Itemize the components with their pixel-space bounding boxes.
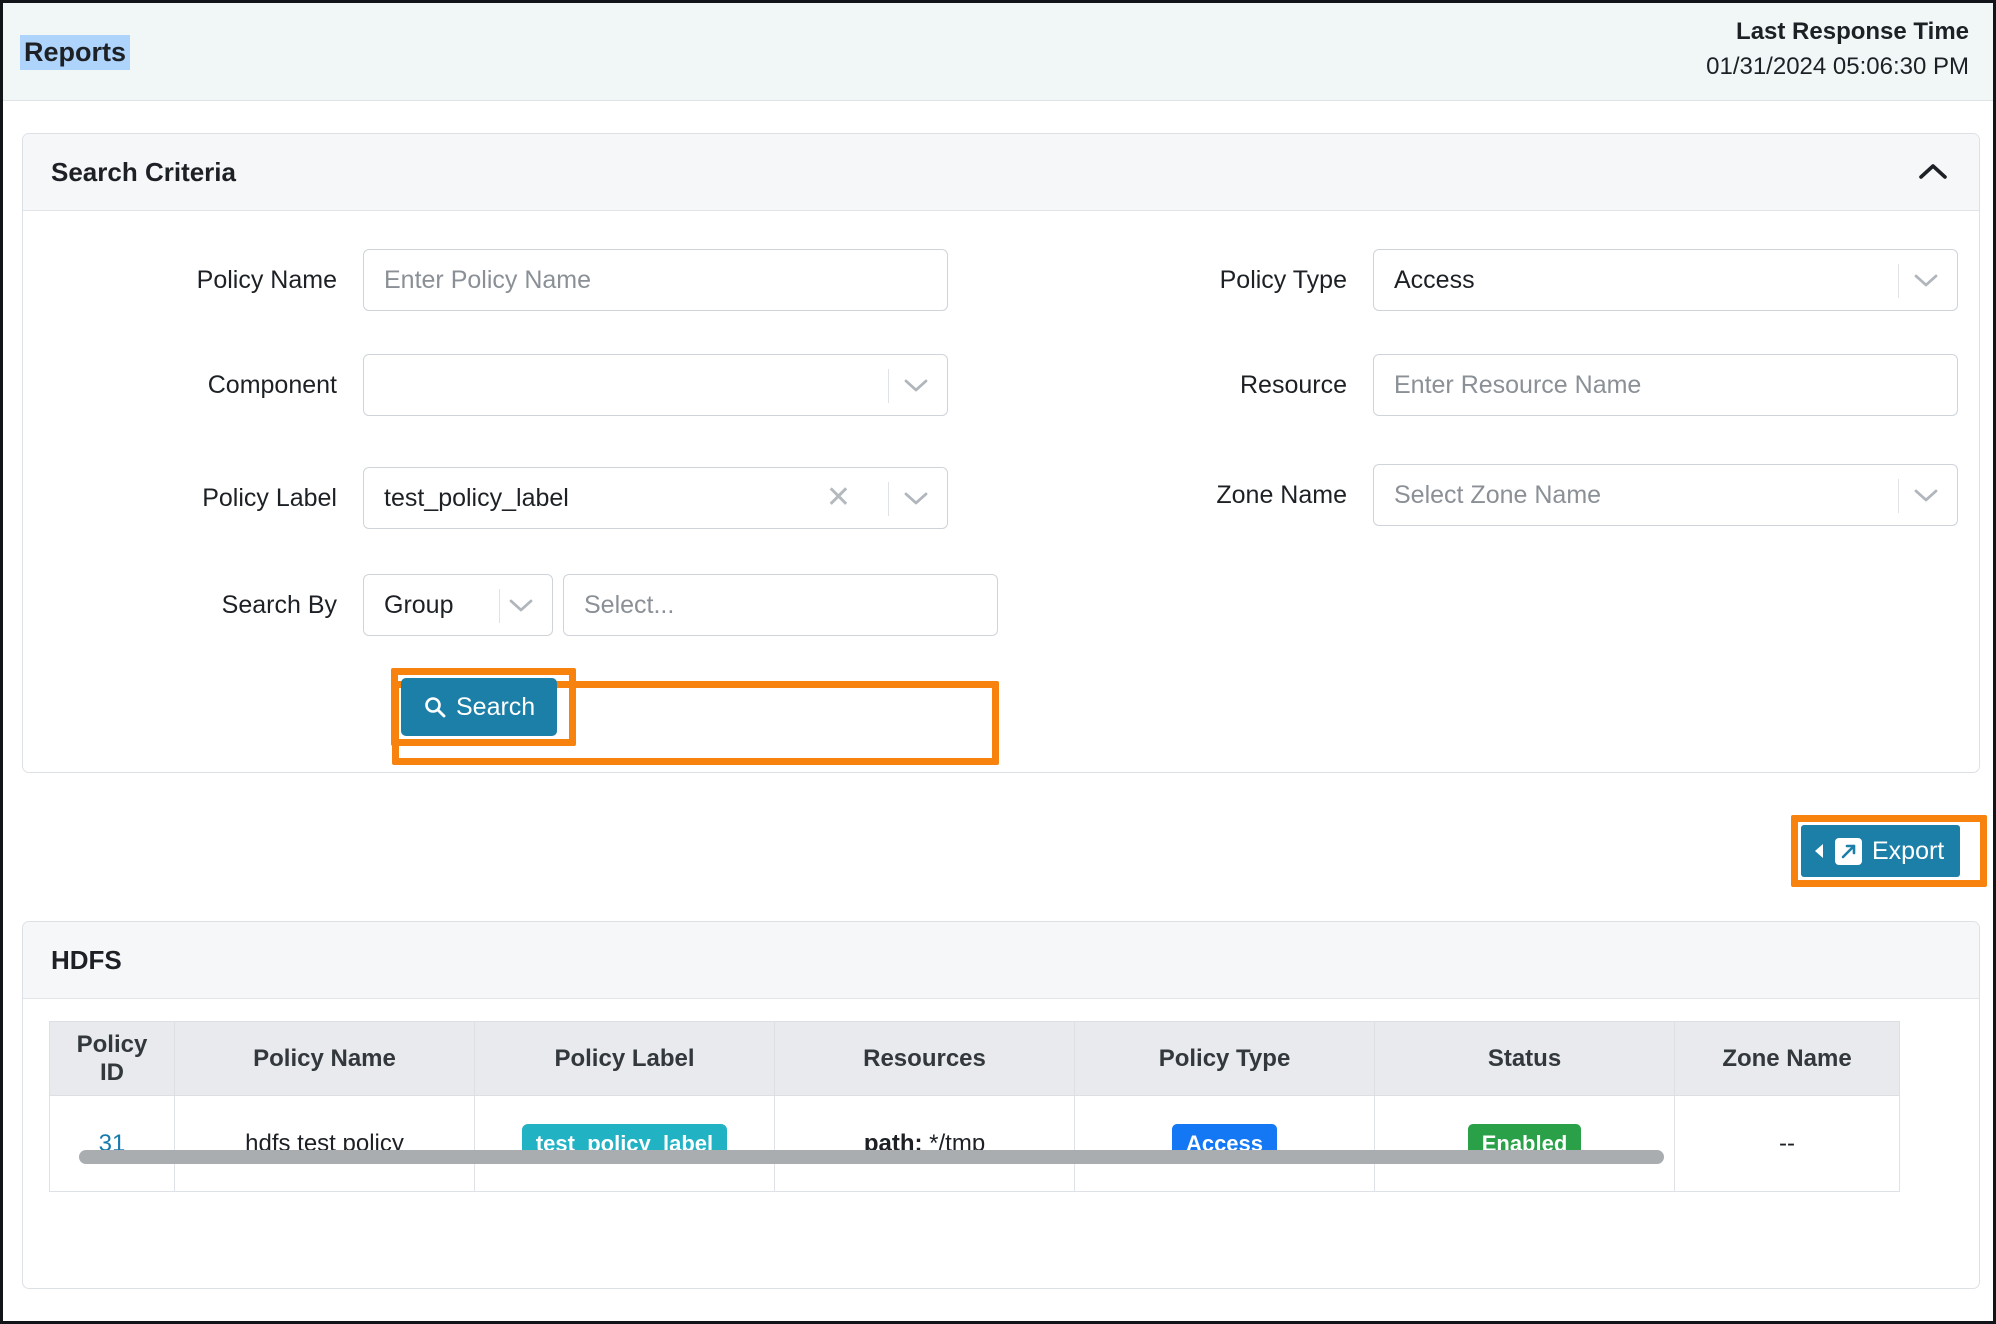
search-by-value-placeholder: Select...	[584, 590, 675, 619]
cell-policy-type: Access	[1074, 1095, 1375, 1192]
field-component: Component	[23, 354, 948, 416]
policy-label-value: test_policy_label	[384, 483, 569, 512]
horizontal-scrollbar[interactable]	[79, 1150, 1664, 1164]
zone-name-select[interactable]: Select Zone Name	[1373, 464, 1958, 526]
divider	[888, 482, 889, 516]
column-header-zone-name[interactable]: Zone Name	[1674, 1021, 1900, 1096]
component-select[interactable]	[363, 354, 948, 416]
policy-label-label: Policy Label	[202, 483, 337, 512]
policy-type-select[interactable]: Access	[1373, 249, 1958, 311]
external-link-icon	[1835, 837, 1862, 865]
results-header: HDFS	[23, 922, 1979, 999]
field-policy-name: Policy Name Enter Policy Name	[23, 249, 948, 311]
search-criteria-header: Search Criteria	[23, 134, 1979, 211]
last-response-time-label: Last Response Time	[1736, 18, 1969, 45]
column-header-policy-label[interactable]: Policy Label	[474, 1021, 775, 1096]
policy-type-value: Access	[1394, 265, 1475, 294]
table-row: 31 hdfs test policy test_policy_label pa…	[49, 1095, 1900, 1192]
search-criteria-title: Search Criteria	[51, 156, 236, 187]
reports-page: Reports Last Response Time 01/31/2024 05…	[0, 0, 1996, 1324]
divider	[888, 369, 889, 403]
results-table: Policy ID Policy Name Policy Label Resou…	[49, 1021, 1900, 1192]
search-by-type-value: Group	[384, 590, 454, 619]
results-panel: HDFS Policy ID Policy Name Policy Label …	[22, 921, 1980, 1289]
policy-name-placeholder: Enter Policy Name	[384, 265, 592, 294]
zone-name-placeholder: Select Zone Name	[1394, 480, 1602, 509]
column-header-policy-name[interactable]: Policy Name	[174, 1021, 475, 1096]
search-icon	[423, 695, 447, 719]
policy-name-label: Policy Name	[196, 265, 337, 294]
search-button-label: Search	[456, 692, 536, 721]
zone-name-label: Zone Name	[1216, 480, 1347, 509]
search-criteria-panel: Search Criteria Policy Name Enter Policy…	[22, 133, 1980, 773]
last-response-time-value: 01/31/2024 05:06:30 PM	[1706, 52, 1969, 80]
chevron-down-icon[interactable]	[506, 590, 536, 620]
chevron-down-icon[interactable]	[1911, 265, 1941, 295]
cell-status: Enabled	[1374, 1095, 1675, 1192]
search-button[interactable]: Search	[401, 678, 558, 736]
search-by-label: Search By	[221, 590, 337, 619]
search-by-value-select[interactable]: Select...	[563, 574, 998, 636]
resource-input[interactable]: Enter Resource Name	[1373, 354, 1958, 416]
results-table-wrapper: Policy ID Policy Name Policy Label Resou…	[23, 999, 1979, 1192]
chevron-up-icon[interactable]	[1917, 156, 1949, 188]
policy-label-select[interactable]: test_policy_label ✕	[363, 467, 948, 529]
caret-left-icon	[1813, 842, 1825, 860]
field-policy-type: Policy Type Access	[1003, 249, 1958, 311]
cell-policy-id: 31	[49, 1095, 175, 1192]
results-title: HDFS	[51, 944, 122, 975]
column-header-policy-id[interactable]: Policy ID	[49, 1021, 175, 1096]
search-criteria-body: Policy Name Enter Policy Name Component	[23, 211, 1979, 772]
component-label: Component	[207, 370, 337, 399]
policy-name-input[interactable]: Enter Policy Name	[363, 249, 948, 311]
search-by-type-select[interactable]: Group	[363, 574, 553, 636]
close-icon[interactable]: ✕	[826, 483, 851, 513]
export-button[interactable]: Export	[1801, 825, 1961, 877]
divider	[1898, 264, 1899, 298]
cell-policy-label: test_policy_label	[474, 1095, 775, 1192]
cell-resources: path: */tmp	[774, 1095, 1075, 1192]
column-header-resources[interactable]: Resources	[774, 1021, 1075, 1096]
chevron-down-icon[interactable]	[1911, 480, 1941, 510]
export-button-label: Export	[1872, 836, 1945, 865]
page-header: Reports Last Response Time 01/31/2024 05…	[3, 3, 1993, 101]
column-header-policy-type[interactable]: Policy Type	[1074, 1021, 1375, 1096]
policy-type-label: Policy Type	[1219, 265, 1347, 294]
resource-placeholder: Enter Resource Name	[1394, 370, 1642, 399]
divider	[499, 589, 500, 623]
field-policy-label: Policy Label test_policy_label ✕	[23, 467, 948, 529]
resource-label: Resource	[1240, 370, 1347, 399]
divider	[1898, 479, 1899, 513]
field-resource: Resource Enter Resource Name	[1003, 354, 1958, 416]
cell-policy-name: hdfs test policy	[174, 1095, 475, 1192]
column-header-status[interactable]: Status	[1374, 1021, 1675, 1096]
chevron-down-icon[interactable]	[901, 370, 931, 400]
last-response-time: Last Response Time 01/31/2024 05:06:30 P…	[1706, 15, 1969, 85]
chevron-down-icon[interactable]	[901, 483, 931, 513]
field-search-by: Search By Group Select...	[23, 574, 998, 636]
cell-zone-name: --	[1674, 1095, 1900, 1192]
page-title: Reports	[20, 35, 131, 71]
table-header-row: Policy ID Policy Name Policy Label Resou…	[49, 1021, 1900, 1096]
field-zone-name: Zone Name Select Zone Name	[1003, 464, 1958, 526]
